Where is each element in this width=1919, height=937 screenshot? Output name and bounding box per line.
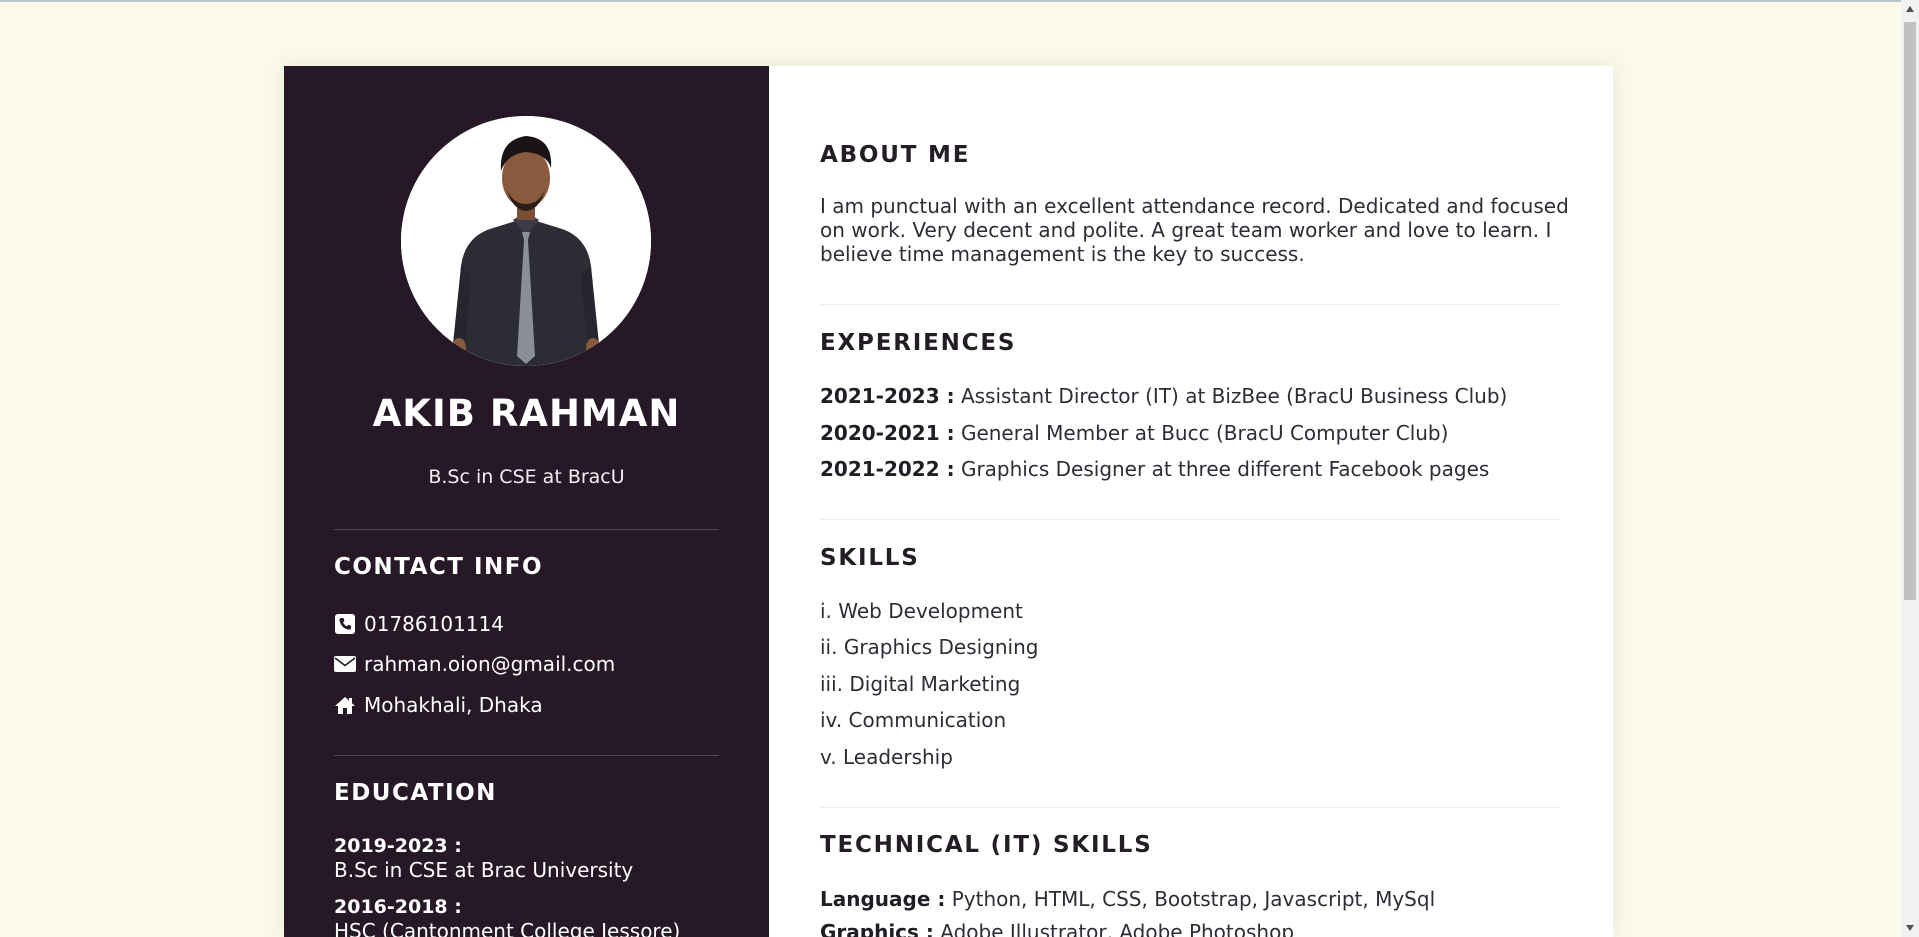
resume-card: AKIB RAHMAN B.Sc in CSE at BracU CONTACT… bbox=[284, 66, 1613, 937]
skill-item: ii. Graphics Designing bbox=[820, 635, 1039, 659]
phone-icon bbox=[334, 613, 356, 635]
experience-item: 2021-2022 : Graphics Designer at three d… bbox=[820, 457, 1489, 481]
experience-item: 2021-2023 : Assistant Director (IT) at B… bbox=[820, 384, 1507, 408]
education-year: 2019-2023 : bbox=[334, 835, 462, 857]
home-icon bbox=[334, 694, 356, 716]
browser-top-border bbox=[0, 0, 1919, 2]
section-divider bbox=[820, 519, 1560, 520]
envelope-icon bbox=[334, 653, 356, 675]
profile-name: AKIB RAHMAN bbox=[372, 392, 681, 435]
education-desc: B.Sc in CSE at Brac University bbox=[334, 858, 634, 882]
technical-skill-label: Language : bbox=[820, 887, 946, 911]
technical-skills-heading: TECHNICAL (IT) SKILLS bbox=[820, 832, 1153, 858]
about-heading: ABOUT ME bbox=[820, 142, 971, 168]
skills-heading: SKILLS bbox=[820, 545, 920, 571]
technical-skill-item: Language : Python, HTML, CSS, Bootstrap,… bbox=[820, 887, 1435, 911]
education-year: 2016-2018 : bbox=[334, 896, 462, 918]
education-heading: EDUCATION bbox=[334, 780, 497, 806]
experience-year: 2021-2022 : bbox=[820, 457, 955, 481]
technical-skill-value: Python, HTML, CSS, Bootstrap, Javascript… bbox=[951, 887, 1436, 911]
sidebar: AKIB RAHMAN B.Sc in CSE at BracU CONTACT… bbox=[284, 66, 769, 937]
scrollbar-thumb[interactable] bbox=[1904, 22, 1916, 600]
contact-phone: 01786101114 bbox=[334, 612, 504, 636]
education-desc: HSC (Cantonment College Jessore) bbox=[334, 919, 681, 937]
page-scrollbar[interactable] bbox=[1901, 0, 1919, 937]
experience-desc: General Member at Bucc (BracU Computer C… bbox=[960, 421, 1449, 445]
contact-phone-text: 01786101114 bbox=[364, 612, 504, 636]
contact-info-heading: CONTACT INFO bbox=[334, 554, 544, 580]
contact-email: rahman.oion@gmail.com bbox=[334, 652, 615, 676]
profile-degree: B.Sc in CSE at BracU bbox=[428, 466, 625, 488]
sidebar-divider bbox=[334, 529, 719, 530]
main-content: ABOUT ME I am punctual with an excellent… bbox=[769, 66, 1613, 937]
technical-skill-label: Graphics : bbox=[820, 920, 934, 937]
skill-item: v. Leadership bbox=[820, 745, 953, 769]
sidebar-divider bbox=[334, 755, 719, 756]
experience-desc: Assistant Director (IT) at BizBee (BracU… bbox=[960, 384, 1508, 408]
contact-location-text: Mohakhali, Dhaka bbox=[364, 693, 543, 717]
contact-location: Mohakhali, Dhaka bbox=[334, 693, 543, 717]
technical-skill-value: Adobe Illustrator, Adobe Photoshop bbox=[940, 920, 1295, 937]
experience-desc: Graphics Designer at three different Fac… bbox=[960, 457, 1490, 481]
experiences-heading: EXPERIENCES bbox=[820, 330, 1017, 356]
experience-year: 2021-2023 : bbox=[820, 384, 955, 408]
experience-item: 2020-2021 : General Member at Bucc (Brac… bbox=[820, 421, 1448, 445]
skill-item: iv. Communication bbox=[820, 708, 1007, 732]
profile-photo bbox=[401, 116, 651, 366]
technical-skill-item: Graphics : Adobe Illustrator, Adobe Phot… bbox=[820, 920, 1294, 937]
avatar bbox=[401, 116, 651, 366]
contact-email-text: rahman.oion@gmail.com bbox=[364, 652, 616, 676]
skill-item: iii. Digital Marketing bbox=[820, 672, 1021, 696]
experience-year: 2020-2021 : bbox=[820, 421, 955, 445]
section-divider bbox=[820, 304, 1560, 305]
about-text: I am punctual with an excellent attendan… bbox=[820, 194, 1569, 266]
section-divider bbox=[820, 807, 1560, 808]
skill-item: i. Web Development bbox=[820, 599, 1023, 623]
scroll-down-icon[interactable] bbox=[1901, 919, 1919, 937]
scroll-up-icon[interactable] bbox=[1901, 0, 1919, 18]
